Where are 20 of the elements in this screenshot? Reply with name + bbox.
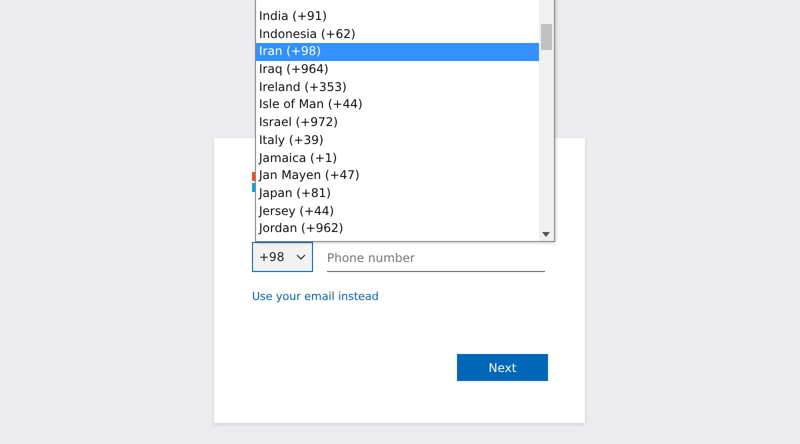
scrollbar-thumb[interactable] [541, 24, 552, 50]
country-option[interactable]: Jersey (+44) [256, 202, 539, 220]
country-option[interactable]: Jordan (+962) [256, 220, 539, 238]
country-option[interactable]: Isle of Man (+44) [256, 96, 539, 114]
country-option[interactable]: Ireland (+353) [256, 78, 539, 96]
country-option[interactable]: Jamaica (+1) [256, 150, 539, 168]
scrollbar[interactable] [539, 0, 554, 241]
country-option[interactable]: India (+91) [256, 8, 539, 26]
country-code: +98 [259, 250, 284, 264]
country-code-select[interactable]: +98 [252, 242, 313, 272]
use-email-link[interactable]: Use your email instead [252, 290, 379, 303]
chevron-down-icon [296, 254, 306, 260]
country-option[interactable]: Iraq (+964) [256, 61, 539, 79]
country-option[interactable]: Japan (+81) [256, 184, 539, 203]
scroll-down-icon[interactable] [542, 232, 550, 237]
next-button[interactable]: Next [457, 354, 548, 381]
country-option[interactable]: Israel (+972) [256, 114, 539, 132]
country-option[interactable]: Indonesia (+62) [256, 26, 539, 44]
country-option[interactable]: Jan Mayen (+47) [256, 167, 539, 185]
country-option[interactable]: Italy (+39) [256, 132, 539, 150]
